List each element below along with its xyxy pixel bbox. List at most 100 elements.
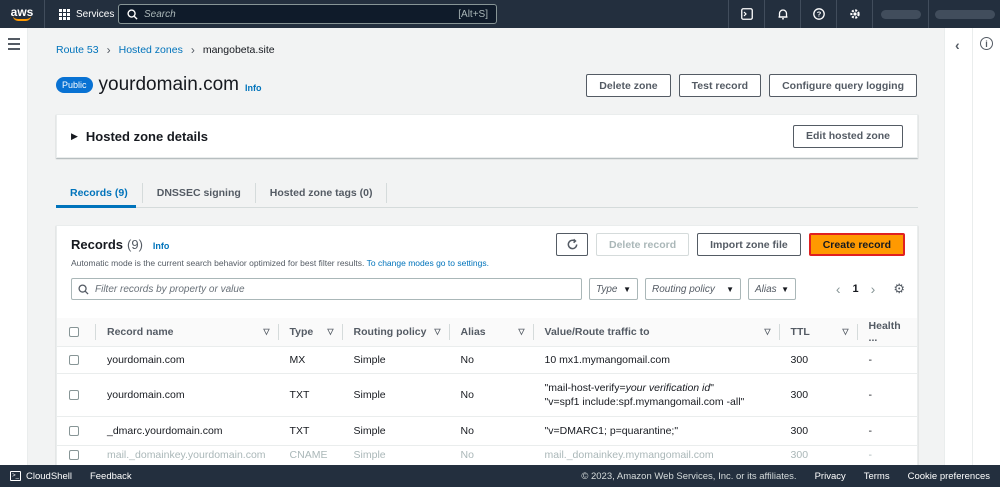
import-zone-file-button[interactable]: Import zone file xyxy=(697,233,801,256)
refresh-button[interactable] xyxy=(556,233,588,256)
help-button[interactable]: ? xyxy=(800,0,836,28)
terminal-icon: >_ xyxy=(10,471,21,481)
alias-filter-select[interactable]: Alias ▼ xyxy=(748,278,796,300)
sort-icon[interactable]: ▽ xyxy=(434,327,440,336)
breadcrumb-route53[interactable]: Route 53 xyxy=(56,44,99,56)
current-page[interactable]: 1 xyxy=(853,283,859,295)
test-record-button[interactable]: Test record xyxy=(678,74,762,97)
hosted-zone-details-panel: ▶ Hosted zone details Edit hosted zone xyxy=(56,114,918,158)
region-placeholder xyxy=(880,9,921,19)
footer-right: © 2023, Amazon Web Services, Inc. or its… xyxy=(581,471,990,482)
caret-right-icon[interactable]: ▶ xyxy=(71,131,78,142)
cloudshell-button[interactable]: >_ CloudShell xyxy=(10,471,72,482)
delete-record-button[interactable]: Delete record xyxy=(596,233,690,256)
info-link[interactable]: Info xyxy=(245,83,262,93)
cloudshell-nav-button[interactable] xyxy=(728,0,764,28)
column-record-name[interactable]: Record name ▽ xyxy=(95,318,278,347)
sort-icon[interactable]: ▽ xyxy=(263,327,269,336)
region-selector[interactable] xyxy=(872,0,928,28)
gear-icon[interactable]: ⚙ xyxy=(893,281,905,297)
settings-button[interactable] xyxy=(836,0,872,28)
column-type[interactable]: Type ▽ xyxy=(277,318,342,347)
column-routing-policy[interactable]: Routing policy ▽ xyxy=(341,318,449,347)
account-menu[interactable] xyxy=(928,0,1000,28)
column-label: Value/Route traffic to xyxy=(544,325,650,338)
ttl-cell: 300 xyxy=(778,416,857,446)
routing-filter-label: Routing policy xyxy=(652,283,715,295)
tab-dnssec-signing[interactable]: DNSSEC signing xyxy=(143,183,256,203)
type-filter-select[interactable]: Type ▼ xyxy=(589,278,638,300)
create-record-button[interactable]: Create record xyxy=(808,233,905,256)
table-row[interactable]: mail._domainkey.yourdomain.com CNAME Sim… xyxy=(57,445,917,465)
row-checkbox[interactable] xyxy=(69,389,79,400)
records-info-link[interactable]: Info xyxy=(153,241,170,251)
menu-icon[interactable] xyxy=(8,38,20,53)
header-actions: Delete zone Test record Configure query … xyxy=(586,74,917,97)
services-menu-button[interactable]: Services xyxy=(44,0,124,28)
filter-records[interactable] xyxy=(71,278,582,300)
row-checkbox[interactable] xyxy=(69,450,79,461)
column-label: Type xyxy=(289,325,314,338)
row-checkbox[interactable] xyxy=(69,354,79,365)
chevron-left-icon[interactable]: ‹ xyxy=(955,37,960,53)
health-cell: - xyxy=(856,373,917,417)
routing-cell: Simple xyxy=(341,445,449,465)
pagination: ‹ 1 › ⚙ xyxy=(836,278,905,300)
details-title[interactable]: Hosted zone details xyxy=(86,129,793,144)
alias-cell: No xyxy=(448,346,533,374)
column-health[interactable]: Health ... xyxy=(856,318,917,347)
cookie-preferences-link[interactable]: Cookie preferences xyxy=(908,471,990,482)
global-search[interactable]: [Alt+S] xyxy=(118,4,497,24)
settings-link[interactable]: To change modes go to settings. xyxy=(367,258,489,268)
routing-policy-filter-select[interactable]: Routing policy ▼ xyxy=(645,278,741,300)
aws-logo[interactable]: aws xyxy=(0,0,44,28)
routing-cell: Simple xyxy=(341,373,449,417)
caret-down-icon: ▼ xyxy=(726,284,734,294)
feedback-link[interactable]: Feedback xyxy=(90,471,132,482)
ttl-cell: 300 xyxy=(778,445,857,465)
table-row[interactable]: yourdomain.com MX Simple No 10 mx1.myman… xyxy=(57,346,917,374)
sort-icon[interactable]: ▽ xyxy=(764,327,770,336)
type-filter-label: Type xyxy=(596,283,618,295)
select-all-header xyxy=(57,318,95,347)
tab-records[interactable]: Records (9) xyxy=(56,183,143,203)
search-shortcut: [Alt+S] xyxy=(458,8,488,20)
chevron-left-icon[interactable]: ‹ xyxy=(836,281,841,297)
row-checkbox[interactable] xyxy=(69,425,79,436)
ttl-cell: 300 xyxy=(778,373,857,417)
value-cell: "v=DMARC1; p=quarantine;" xyxy=(532,416,779,446)
delete-zone-button[interactable]: Delete zone xyxy=(586,74,671,97)
main-content: Route 53 › Hosted zones › mangobeta.site… xyxy=(29,28,944,465)
table-row[interactable]: yourdomain.com TXT Simple No "mail-host-… xyxy=(57,373,917,417)
chevron-right-icon[interactable]: › xyxy=(871,281,876,297)
sort-icon[interactable]: ▽ xyxy=(327,327,333,336)
sort-icon[interactable]: ▽ xyxy=(842,327,848,336)
info-icon[interactable]: i xyxy=(980,37,993,50)
chevron-right-icon: › xyxy=(106,43,111,57)
column-value[interactable]: Value/Route traffic to ▽ xyxy=(532,318,779,347)
tab-hosted-zone-tags[interactable]: Hosted zone tags (0) xyxy=(256,183,388,203)
sort-icon[interactable]: ▽ xyxy=(518,327,524,336)
terms-link[interactable]: Terms xyxy=(864,471,890,482)
privacy-link[interactable]: Privacy xyxy=(815,471,846,482)
alias-cell: No xyxy=(448,445,533,465)
edit-hosted-zone-button[interactable]: Edit hosted zone xyxy=(793,124,903,148)
select-all-checkbox[interactable] xyxy=(69,326,79,337)
table-row[interactable]: _dmarc.yourdomain.com TXT Simple No "v=D… xyxy=(57,416,917,446)
filter-input[interactable] xyxy=(95,283,575,295)
column-alias[interactable]: Alias ▽ xyxy=(448,318,533,347)
footer-left: >_ CloudShell Feedback xyxy=(0,471,132,482)
column-ttl[interactable]: TTL ▽ xyxy=(778,318,857,347)
copyright: © 2023, Amazon Web Services, Inc. or its… xyxy=(581,470,797,482)
records-table: Record name ▽ Type ▽ Routing policy ▽ Alias… xyxy=(57,318,917,465)
notifications-button[interactable] xyxy=(764,0,800,28)
configure-query-logging-button[interactable]: Configure query logging xyxy=(769,74,917,97)
type-cell: CNAME xyxy=(277,445,342,465)
breadcrumb-hosted-zones[interactable]: Hosted zones xyxy=(119,44,183,56)
ttl-cell: 300 xyxy=(778,346,857,374)
record-name-cell: yourdomain.com xyxy=(95,373,278,417)
active-tab-indicator xyxy=(56,205,136,208)
grid-icon xyxy=(59,8,70,20)
search-input[interactable] xyxy=(144,8,459,20)
chevron-right-icon: › xyxy=(190,43,195,57)
